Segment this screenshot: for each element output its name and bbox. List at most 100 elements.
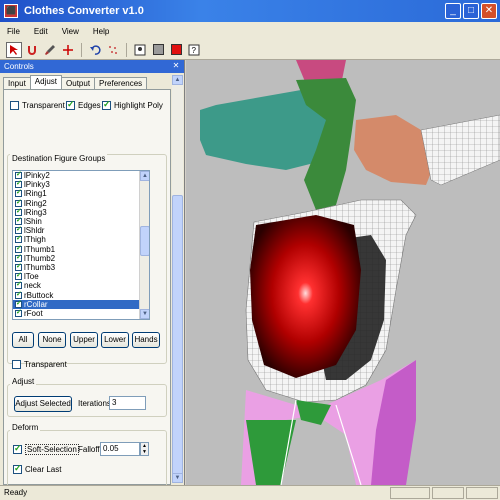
list-item[interactable]: lRing1 <box>13 188 149 198</box>
lower-button[interactable]: Lower <box>101 332 129 348</box>
panel-scroll-thumb[interactable] <box>172 195 183 475</box>
group-checkbox[interactable] <box>15 216 22 226</box>
upper-button[interactable]: Upper <box>70 332 98 348</box>
edges-label: Edges <box>78 101 101 110</box>
group-label: lToe <box>24 272 39 282</box>
brush-icon[interactable] <box>42 42 58 58</box>
3d-viewport[interactable] <box>186 60 500 485</box>
group-label: lPinky3 <box>24 180 50 190</box>
transparent-checkbox[interactable] <box>10 101 19 110</box>
group-label: rCollar <box>24 299 48 309</box>
select-arrow-icon[interactable] <box>6 41 22 58</box>
magnet-icon[interactable] <box>24 42 40 58</box>
maximize-button[interactable]: □ <box>463 3 479 19</box>
panel-scroll-up-icon[interactable]: ▲ <box>172 75 183 85</box>
clear-last-checkbox[interactable] <box>13 463 22 474</box>
highlight-poly-checkbox[interactable] <box>102 99 111 110</box>
panel-scroll-down-icon[interactable]: ▼ <box>172 473 183 483</box>
group-label: rButtock <box>24 290 54 300</box>
highlight-poly-label: Highlight Poly <box>114 101 163 110</box>
scroll-thumb[interactable] <box>140 226 149 256</box>
figure-icon[interactable] <box>132 42 148 58</box>
list-item[interactable]: lRing3 <box>13 207 149 217</box>
minimize-button[interactable]: _ <box>445 3 461 19</box>
status-panel-3 <box>466 487 498 499</box>
groups-transparent-checkbox[interactable] <box>12 360 21 369</box>
list-item[interactable]: lThigh <box>13 234 149 244</box>
group-checkbox[interactable] <box>15 271 22 281</box>
list-item[interactable]: lThumb1 <box>13 244 149 254</box>
menu-view[interactable]: View <box>55 27 86 36</box>
group-checkbox[interactable] <box>15 207 22 216</box>
menu-edit[interactable]: Edit <box>27 27 55 36</box>
all-button[interactable]: All <box>12 332 34 348</box>
list-item[interactable]: lPinky3 <box>13 179 149 190</box>
group-label: lRing3 <box>24 207 47 217</box>
group-checkbox[interactable] <box>15 179 22 189</box>
iterations-label: Iterations <box>78 399 111 408</box>
falloff-spinner[interactable]: ▲ ▼ <box>140 442 149 456</box>
tab-strip: Input Adjust Output Preferences <box>3 75 148 89</box>
option-transparent[interactable]: Transparent <box>10 101 65 110</box>
menu-help[interactable]: Help <box>86 27 116 36</box>
scroll-up-icon[interactable]: ▲ <box>140 171 149 181</box>
none-button[interactable]: None <box>38 332 66 348</box>
group-checkbox[interactable] <box>15 280 22 290</box>
help-icon[interactable]: ? <box>186 42 202 58</box>
list-item[interactable]: lThumb3 <box>13 262 149 272</box>
group-checkbox[interactable] <box>15 198 22 207</box>
menu-file[interactable]: File <box>0 27 27 36</box>
list-item[interactable]: lToe <box>13 271 149 282</box>
groups-listbox[interactable]: lPinky2lPinky3lRing1lRing2lRing3lShinlSh… <box>12 170 150 320</box>
adjust-selected-button[interactable]: Adjust Selected <box>14 396 72 412</box>
group-checkbox[interactable] <box>15 171 22 180</box>
option-edges[interactable]: Edges <box>66 99 101 110</box>
list-item[interactable]: rCollar <box>13 299 149 309</box>
close-icon[interactable]: ✕ <box>171 61 181 71</box>
tab-adjust[interactable]: Adjust <box>29 75 63 89</box>
tab-output[interactable]: Output <box>61 77 96 89</box>
scroll-down-icon[interactable]: ▼ <box>140 309 149 319</box>
list-item[interactable]: rButtock <box>13 290 149 300</box>
soft-selection-option[interactable]: Soft-Selection <box>13 443 79 455</box>
undo-icon[interactable] <box>87 42 103 58</box>
group-checkbox[interactable] <box>15 253 22 262</box>
list-item[interactable]: lShldr <box>13 225 149 235</box>
group-checkbox[interactable] <box>15 262 22 271</box>
list-item[interactable]: neck <box>13 280 149 290</box>
toolbar: ? <box>0 40 500 60</box>
list-item[interactable]: lShin <box>13 216 149 226</box>
tab-input[interactable]: Input <box>3 77 31 89</box>
status-text: Ready <box>4 488 28 497</box>
dots-icon[interactable] <box>105 42 121 58</box>
groups-scrollbar[interactable]: ▲ ▼ <box>139 171 149 319</box>
move-axis-icon[interactable] <box>60 42 76 58</box>
groups-transparent-label: Transparent <box>24 360 67 369</box>
hands-button[interactable]: Hands <box>132 332 160 348</box>
list-item[interactable]: lThumb2 <box>13 253 149 263</box>
clear-last-option[interactable]: Clear Last <box>13 463 61 474</box>
group-checkbox[interactable] <box>15 225 22 235</box>
title-bar: ⬛ Clothes Converter v1.0 _ □ ✕ <box>0 0 500 22</box>
option-highlight-poly[interactable]: Highlight Poly <box>102 99 163 110</box>
group-checkbox[interactable] <box>15 234 22 244</box>
window-title: Clothes Converter v1.0 <box>24 5 144 17</box>
group-checkbox[interactable] <box>15 244 22 253</box>
groups-transparent[interactable]: Transparent <box>12 360 67 369</box>
tab-preferences[interactable]: Preferences <box>94 77 148 89</box>
list-item[interactable]: lRing2 <box>13 198 149 208</box>
gray-swatch[interactable] <box>150 42 166 58</box>
list-item[interactable]: rFoot <box>13 308 149 318</box>
group-checkbox[interactable] <box>15 299 22 308</box>
edges-checkbox[interactable] <box>66 99 75 110</box>
group-checkbox[interactable] <box>15 290 22 299</box>
iterations-input[interactable]: 3 <box>109 396 146 410</box>
red-swatch[interactable] <box>168 42 184 58</box>
group-checkbox[interactable] <box>15 188 22 198</box>
group-checkbox[interactable] <box>15 308 22 317</box>
falloff-input[interactable]: 0.05 <box>100 442 140 456</box>
close-button[interactable]: ✕ <box>481 3 497 19</box>
panel-scrollbar[interactable]: ▲ ▼ <box>172 75 183 483</box>
list-item[interactable]: lPinky2 <box>13 171 149 180</box>
soft-selection-checkbox[interactable] <box>13 443 22 454</box>
